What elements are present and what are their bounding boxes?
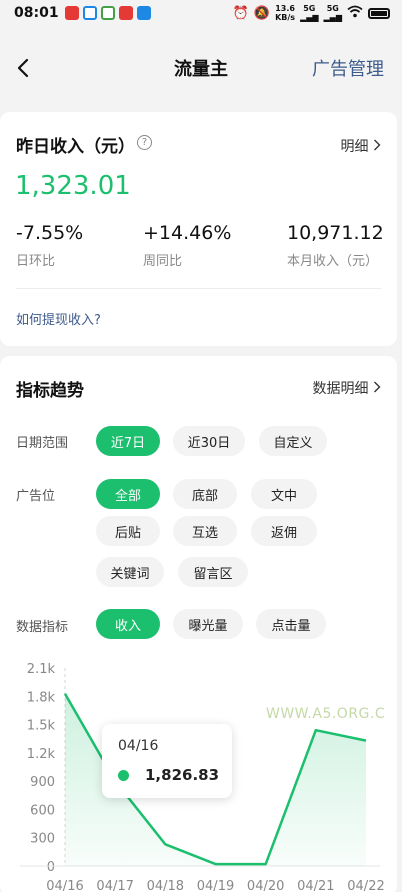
chip-metric-exposure[interactable]: 曝光量 <box>173 609 243 639</box>
notification-app-icon <box>82 6 97 20</box>
x-tick-label: 04/20 <box>247 879 284 892</box>
x-tick-label: 04/17 <box>96 879 133 892</box>
y-tick-label: 0 <box>47 860 55 875</box>
tooltip-value: 1,826.83 <box>145 766 220 784</box>
battery-icon <box>368 7 390 19</box>
y-tick-label: 2.1k <box>27 662 56 677</box>
x-tick-label: 04/16 <box>46 879 83 892</box>
data-detail-link[interactable]: 数据明细 <box>313 378 381 398</box>
divider <box>16 288 381 289</box>
signal-icon: 5G ▂▄▆ <box>323 4 342 22</box>
income-card: 昨日收入（元） ? 明细 1,323.01 -7.55% 日环比 +14.46%… <box>0 112 397 346</box>
chip-date-custom[interactable]: 自定义 <box>259 426 327 456</box>
y-tick-label: 600 <box>30 803 55 818</box>
chip-date-7d[interactable]: 近7日 <box>96 426 160 456</box>
trend-title: 指标趋势 <box>16 381 84 401</box>
y-tick-label: 1.8k <box>27 690 56 705</box>
network-speed: 13.6 KB/s <box>275 4 296 22</box>
page-title: 流量主 <box>174 59 228 80</box>
alarm-icon: ⏰ <box>232 5 249 21</box>
chip-slot-comment[interactable]: 留言区 <box>178 557 248 587</box>
income-title: 昨日收入（元） <box>16 137 135 157</box>
trend-card: 指标趋势 数据明细 日期范围 近7日 近30日 自定义 广告位 全部 底部 文中… <box>0 356 397 892</box>
nav-bar: 流量主 广告管理 <box>0 44 402 92</box>
stat-day-over-day: -7.55% 日环比 <box>16 222 84 269</box>
tooltip-date: 04/16 <box>118 738 159 754</box>
income-detail-link[interactable]: 明细 <box>341 136 381 156</box>
chip-slot-all[interactable]: 全部 <box>96 479 160 509</box>
ad-management-link[interactable]: 广告管理 <box>312 55 384 81</box>
chip-slot-inline[interactable]: 文中 <box>251 479 317 509</box>
chevron-right-icon <box>374 381 381 393</box>
mute-icon: 🔕 <box>253 5 271 21</box>
notification-app-icon <box>64 6 79 20</box>
x-tick-label: 04/21 <box>297 879 334 892</box>
chip-slot-mutual[interactable]: 互选 <box>173 516 237 546</box>
chip-metric-clicks[interactable]: 点击量 <box>256 609 326 639</box>
y-tick-label: 1.5k <box>27 719 56 734</box>
y-tick-label: 900 <box>30 775 55 790</box>
stat-week-over-week: +14.46% 周同比 <box>143 222 232 269</box>
notification-app-icon <box>118 6 133 20</box>
watermark: WWW.A5.ORG.C <box>266 706 386 722</box>
series-dot-icon <box>118 770 129 781</box>
x-tick-label: 04/22 <box>347 879 384 892</box>
income-amount: 1,323.01 <box>15 171 131 201</box>
chip-metric-income[interactable]: 收入 <box>96 609 160 639</box>
chip-slot-bottom[interactable]: 底部 <box>173 479 237 509</box>
metric-label: 数据指标 <box>16 620 69 635</box>
chip-date-30d[interactable]: 近30日 <box>173 426 245 456</box>
y-tick-label: 1.2k <box>27 747 56 762</box>
x-tick-label: 04/18 <box>147 879 184 892</box>
chip-slot-keyword[interactable]: 关键词 <box>96 557 164 587</box>
chevron-left-icon <box>17 58 29 78</box>
chevron-right-icon <box>374 139 381 151</box>
back-button[interactable] <box>12 54 36 82</box>
chip-slot-post[interactable]: 后贴 <box>96 516 160 546</box>
chart-tooltip: 04/16 1,826.83 <box>102 724 232 798</box>
ad-slot-label: 广告位 <box>16 489 56 504</box>
withdraw-help-link[interactable]: 如何提现收入? <box>16 309 101 328</box>
date-range-label: 日期范围 <box>16 436 69 451</box>
signal-icon: 5G ▂▄▆ <box>300 4 319 22</box>
help-icon[interactable]: ? <box>137 135 152 150</box>
wifi-icon <box>347 5 363 22</box>
y-tick-label: 300 <box>30 832 55 847</box>
status-time: 08:01 <box>14 5 59 21</box>
status-bar: 08:01 ⏰ 🔕 13.6 KB/s 5G ▂▄▆ 5G ▂▄▆ <box>0 0 402 26</box>
notification-app-icon <box>136 6 151 20</box>
chip-slot-rebate[interactable]: 返佣 <box>251 516 317 546</box>
x-tick-label: 04/19 <box>197 879 234 892</box>
stat-month-income: 10,971.12 本月收入（元） <box>287 222 384 269</box>
notification-app-icon <box>100 6 115 20</box>
